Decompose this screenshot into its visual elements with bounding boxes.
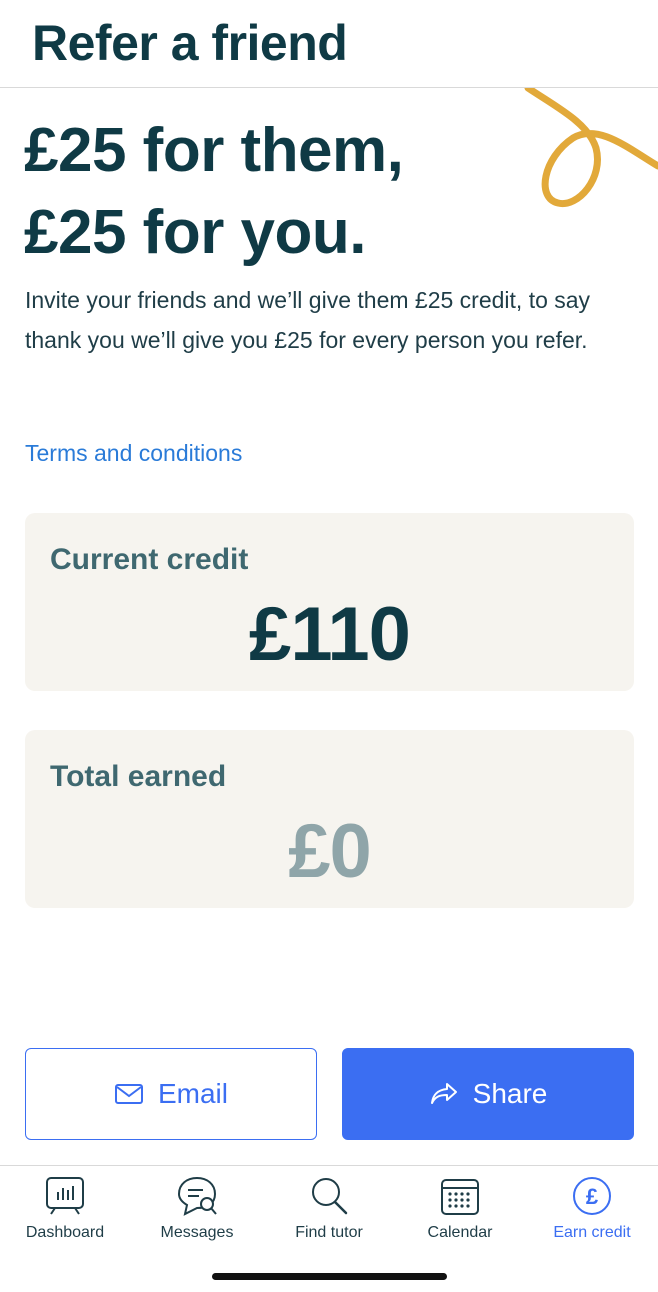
email-button[interactable]: Email <box>25 1048 317 1140</box>
home-indicator[interactable] <box>212 1273 447 1280</box>
tab-messages-label: Messages <box>160 1224 234 1241</box>
current-credit-amount: £110 <box>249 592 411 677</box>
hero-headline: £25 for them, £25 for you. <box>24 110 544 274</box>
tab-dashboard-label: Dashboard <box>25 1224 105 1241</box>
page-title: Refer a friend <box>32 15 348 71</box>
dashboard-icon <box>46 1177 84 1215</box>
terms-link[interactable]: Terms and conditions <box>25 440 242 467</box>
tab-find-tutor[interactable]: Find tutor <box>264 1174 394 1254</box>
tab-dashboard[interactable]: Dashboard <box>0 1174 130 1254</box>
pound-icon: £ <box>573 1177 611 1215</box>
share-icon <box>430 1083 457 1104</box>
total-earned-card: Total earned £0 <box>25 730 634 908</box>
total-earned-amount: £0 <box>288 809 372 894</box>
tab-find-tutor-label: Find tutor <box>295 1224 363 1241</box>
search-icon <box>312 1178 348 1215</box>
total-earned-label: Total earned <box>50 760 227 793</box>
intro-text: Invite your friends and we’ll give them … <box>25 287 591 353</box>
hero-line-2: £25 for you. <box>24 198 367 267</box>
mail-icon <box>114 1084 143 1104</box>
current-credit-card: Current credit £110 <box>25 513 634 691</box>
tab-earn-credit[interactable]: £ Earn credit <box>527 1174 657 1254</box>
tab-earn-credit-label: Earn credit <box>553 1224 631 1241</box>
share-button[interactable]: Share <box>342 1048 634 1140</box>
svg-text:£: £ <box>586 1184 599 1209</box>
calendar-icon <box>441 1179 479 1215</box>
email-button-label: Email <box>157 1078 228 1109</box>
current-credit-label: Current credit <box>50 543 249 576</box>
tab-calendar[interactable]: Calendar <box>395 1174 525 1254</box>
share-button-label: Share <box>472 1078 548 1109</box>
app-header: Refer a friend <box>0 0 658 88</box>
messages-icon <box>177 1176 217 1216</box>
hero-line-1: £25 for them, <box>24 116 404 185</box>
tab-calendar-label: Calendar <box>427 1224 493 1241</box>
tab-messages[interactable]: Messages <box>132 1174 262 1254</box>
